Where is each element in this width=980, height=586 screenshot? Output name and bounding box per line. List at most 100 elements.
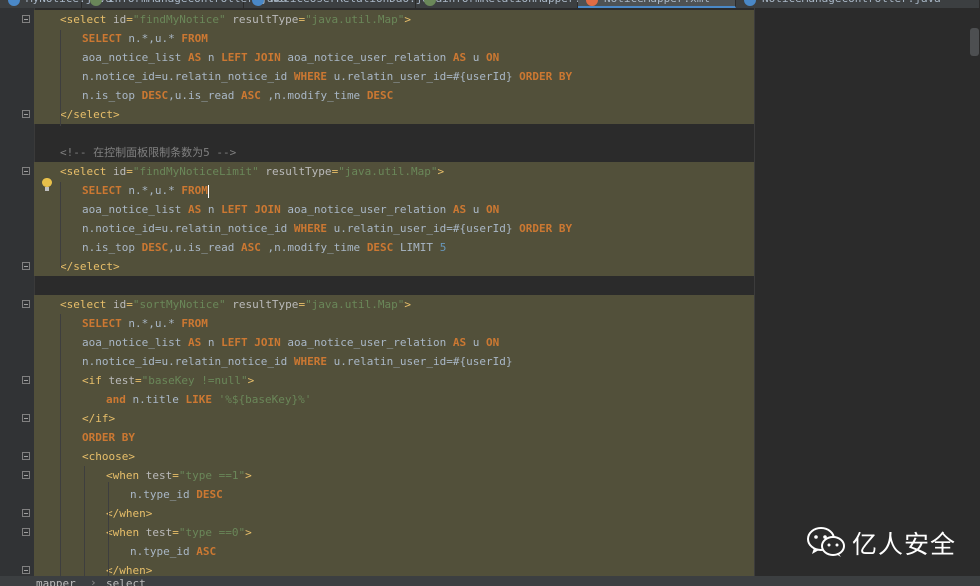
code-token: ASC <box>240 241 268 254</box>
code-line[interactable]: n.notice_id=u.relatin_notice_id WHERE u.… <box>82 219 572 238</box>
indent-guide <box>108 482 109 576</box>
code-token: LEFT JOIN <box>221 336 288 349</box>
code-line[interactable]: aoa_notice_list AS n LEFT JOIN aoa_notic… <box>82 333 499 352</box>
code-line[interactable]: <select id="findMyNoticeLimit" resultTyp… <box>60 162 444 181</box>
code-token: n.notice_id=u.relatin_notice_id <box>82 70 294 83</box>
code-token: <if <box>82 374 109 387</box>
code-token: DESC <box>141 241 169 254</box>
editor-tab[interactable]: informRelationMapper.xml <box>416 0 601 8</box>
fold-toggle-icon[interactable] <box>22 262 30 270</box>
code-token: > <box>404 298 412 311</box>
code-token: n.*,u.* <box>128 184 182 197</box>
code-token: resultType <box>225 298 299 311</box>
code-token: ASC <box>240 89 268 102</box>
breadcrumb-item-select[interactable]: select <box>106 577 146 586</box>
code-line[interactable]: </when> <box>106 504 152 523</box>
fold-toggle-icon[interactable] <box>22 528 30 536</box>
code-line[interactable]: SELECT n.*,u.* FROM <box>82 314 208 333</box>
code-token: > <box>247 374 255 387</box>
code-token: ORDER BY <box>519 70 573 83</box>
code-line[interactable]: <choose> <box>82 447 135 466</box>
code-token: = <box>126 165 133 178</box>
fold-toggle-icon[interactable] <box>22 566 30 574</box>
code-token: > <box>404 13 412 26</box>
code-token: n.title <box>132 393 186 406</box>
code-line[interactable]: aoa_notice_list AS n LEFT JOIN aoa_notic… <box>82 200 499 219</box>
code-token: aoa_notice_user_relation <box>287 51 453 64</box>
fold-toggle-icon[interactable] <box>22 110 30 118</box>
code-line[interactable]: SELECT n.*,u.* FROM <box>82 29 208 48</box>
fold-toggle-icon[interactable] <box>22 509 30 517</box>
code-line[interactable]: </select> <box>60 105 120 124</box>
vertical-scrollbar-thumb[interactable] <box>970 28 979 56</box>
code-token: <!-- 在控制面板限制条数为5 --> <box>60 146 237 159</box>
fold-toggle-icon[interactable] <box>22 452 30 460</box>
code-line[interactable]: SELECT n.*,u.* FROM <box>82 181 209 200</box>
code-line[interactable]: <select id="findMyNotice" resultType="ja… <box>60 10 411 29</box>
code-line[interactable]: <!-- 在控制面板限制条数为5 --> <box>60 143 236 162</box>
code-line[interactable]: n.type_id ASC <box>130 542 216 561</box>
editor-tab[interactable]: NoticeUserRelationDao.java <box>244 0 442 8</box>
code-line[interactable]: <select id="sortMyNotice" resultType="ja… <box>60 295 411 314</box>
code-line[interactable]: n.notice_id=u.relatin_notice_id WHERE u.… <box>82 67 572 86</box>
code-line[interactable]: n.notice_id=u.relatin_notice_id WHERE u.… <box>82 352 512 371</box>
code-token: "java.util.Map" <box>305 13 405 26</box>
code-line[interactable]: n.type_id DESC <box>130 485 223 504</box>
code-line[interactable]: <when test="type ==0"> <box>106 523 252 542</box>
text-cursor <box>207 184 209 198</box>
code-line[interactable]: ORDER BY <box>82 428 135 447</box>
code-token: n.type_id <box>130 545 197 558</box>
code-token: </select> <box>60 260 120 273</box>
code-token: "java.util.Map" <box>338 165 438 178</box>
code-token: ON <box>486 203 500 216</box>
editor-tab[interactable]: NoticeManageController.java <box>736 0 980 8</box>
code-token: aoa_notice_list <box>82 203 188 216</box>
code-line[interactable]: n.is_top DESC,u.is_read ASC ,n.modify_ti… <box>82 238 446 257</box>
code-token: u.relatin_user_id=#{userId} <box>333 70 520 83</box>
code-line[interactable]: and n.title LIKE '%${baseKey}%' <box>106 390 311 409</box>
line-highlight <box>34 447 754 466</box>
code-token: LIKE <box>185 393 219 406</box>
code-token: WHERE <box>293 355 334 368</box>
editor-tab[interactable]: MyNotice.java <box>0 0 112 8</box>
code-token: SELECT <box>82 32 129 45</box>
fold-toggle-icon[interactable] <box>22 376 30 384</box>
file-type-icon <box>90 0 102 6</box>
breadcrumb-item-mapper[interactable]: mapper <box>36 577 76 586</box>
code-token: n.is_top <box>82 241 142 254</box>
tab-label: NoticeManageController.java <box>762 0 941 5</box>
editor-tab[interactable]: InformManageController.java <box>82 0 287 8</box>
code-line[interactable]: aoa_notice_list AS n LEFT JOIN aoa_notic… <box>82 48 499 67</box>
fold-toggle-icon[interactable] <box>22 167 30 175</box>
code-line[interactable]: <if test="baseKey !=null"> <box>82 371 254 390</box>
code-token: n.*,u.* <box>128 32 182 45</box>
code-line[interactable]: </if> <box>82 409 115 428</box>
fold-toggle-icon[interactable] <box>22 15 30 23</box>
code-token: <when <box>106 469 146 482</box>
code-token: </select> <box>60 108 120 121</box>
code-line[interactable]: <when test="type ==1"> <box>106 466 252 485</box>
intention-bulb-icon[interactable] <box>42 178 52 192</box>
code-token: '%${baseKey}%' <box>218 393 312 406</box>
code-line[interactable]: n.is_top DESC,u.is_read ASC ,n.modify_ti… <box>82 86 393 105</box>
fold-toggle-icon[interactable] <box>22 414 30 422</box>
wechat-logo-icon <box>807 527 845 557</box>
code-token: "java.util.Map" <box>305 298 405 311</box>
code-token: "findMyNoticeLimit" <box>132 165 259 178</box>
code-line[interactable]: </select> <box>60 257 120 276</box>
code-token: ,n.modify_time <box>267 89 367 102</box>
code-token: "type ==1" <box>178 469 246 482</box>
fold-toggle-icon[interactable] <box>22 471 30 479</box>
code-token: ORDER BY <box>82 431 135 444</box>
file-type-icon <box>252 0 264 6</box>
editor-tab[interactable]: NoticeMapper.xml <box>578 0 736 8</box>
code-token: u <box>472 203 487 216</box>
file-type-icon <box>8 0 20 6</box>
code-token: DESC <box>366 89 394 102</box>
code-token: > <box>437 165 445 178</box>
fold-toggle-icon[interactable] <box>22 300 30 308</box>
code-token: and <box>106 393 133 406</box>
indent-guide <box>60 314 61 576</box>
code-token: > <box>245 526 252 539</box>
code-token: n.is_top <box>82 89 142 102</box>
